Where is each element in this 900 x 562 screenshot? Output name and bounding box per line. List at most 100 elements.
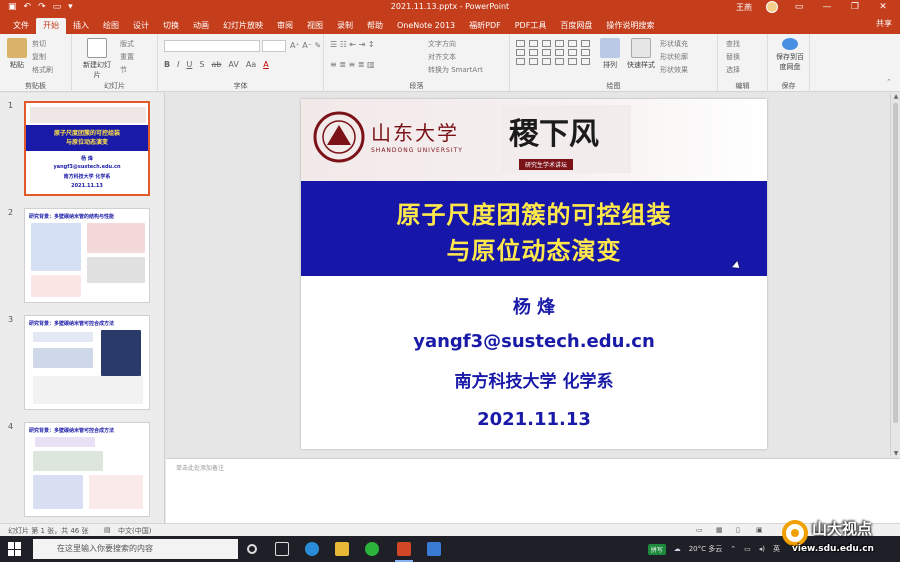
customize-qat-icon[interactable]: ▾ [68, 0, 73, 14]
presenter-email[interactable]: yangf3@sustech.edu.cn [301, 331, 767, 352]
font-size-select[interactable] [262, 40, 286, 52]
presenter-affiliation[interactable]: 南方科技大学 化学系 [301, 367, 767, 392]
shape-outline-button[interactable]: 形状轮廓 [660, 52, 688, 62]
select-button[interactable]: 选择 [726, 65, 740, 75]
format-painter-button[interactable]: 格式刷 [32, 65, 53, 75]
wechat-icon[interactable] [365, 542, 379, 556]
find-button[interactable]: 查找 [726, 39, 740, 49]
slide-editing-area[interactable]: 山东大学 SHANDONG UNIVERSITY 稷下风 研究生学术讲坛 原子尺… [166, 93, 890, 457]
slide-title-line-2[interactable]: 与原位动态演变 [301, 231, 767, 266]
slide-title-line-1[interactable]: 原子尺度团簇的可控组装 [301, 195, 767, 230]
save-to-netdisk-button[interactable]: 保存到百度网盘 [774, 38, 806, 72]
new-slide-button[interactable]: 新建幻灯片 [80, 38, 114, 80]
align-text-button[interactable]: 对齐文本 [428, 52, 456, 62]
undo-icon[interactable]: ↶ [24, 0, 32, 14]
tab-record[interactable]: 录制 [330, 18, 360, 34]
share-button[interactable]: 共享 [876, 18, 892, 29]
powerpoint-icon[interactable] [397, 542, 411, 556]
smartart-button[interactable]: 转换为 SmartArt [428, 65, 483, 75]
close-button[interactable]: ✕ [876, 2, 890, 12]
language-indicator[interactable]: 中文(中国) [118, 526, 151, 536]
tab-foxit-pdf[interactable]: 福昕PDF [462, 18, 508, 34]
cut-button[interactable]: 剪切 [32, 39, 46, 49]
reading-view-icon[interactable]: ▯ [736, 526, 740, 534]
task-view-icon[interactable] [275, 542, 289, 556]
maximize-button[interactable]: ❐ [848, 2, 862, 12]
slide-thumbnail-1[interactable]: 原子尺度团簇的可控组装 与原位动态演变 杨 烽 yangf3@sustech.e… [24, 101, 150, 196]
text-direction-button[interactable]: 文字方向 [428, 39, 456, 49]
char-spacing-button[interactable]: AV [228, 60, 238, 69]
slide-thumbnail-3[interactable]: 研究背景：多壁碳纳米管可控合成方法 [24, 315, 150, 410]
accessibility-icon[interactable]: ▤ [104, 526, 111, 534]
avatar[interactable] [766, 1, 778, 13]
paste-button[interactable]: 粘贴 [4, 38, 30, 70]
minimize-button[interactable]: — [820, 2, 834, 12]
tab-design[interactable]: 设计 [126, 18, 156, 34]
photos-icon[interactable] [427, 542, 441, 556]
file-explorer-icon[interactable] [335, 542, 349, 556]
current-slide[interactable]: 山东大学 SHANDONG UNIVERSITY 稷下风 研究生学术讲坛 原子尺… [301, 99, 767, 449]
shape-effects-button[interactable]: 形状效果 [660, 65, 688, 75]
vertical-scrollbar[interactable]: ▲ ▼ [890, 93, 900, 457]
copy-button[interactable]: 复制 [32, 52, 46, 62]
shape-fill-button[interactable]: 形状填充 [660, 39, 688, 49]
tell-me-search[interactable]: 操作说明搜索 [599, 18, 661, 34]
reset-button[interactable]: 重置 [120, 52, 134, 62]
align-buttons[interactable]: ≡ ≣ ≡ ≣ ▥ [330, 60, 375, 69]
slideshow-view-icon[interactable]: ▣ [756, 526, 763, 534]
replace-button[interactable]: 替换 [726, 52, 740, 62]
tab-pdf-tools[interactable]: PDF工具 [508, 18, 554, 34]
windows-start-icon[interactable] [8, 542, 22, 556]
tab-animations[interactable]: 动画 [186, 18, 216, 34]
scroll-down-icon[interactable]: ▼ [891, 450, 900, 457]
tab-file[interactable]: 文件 [6, 18, 36, 34]
font-grow-shrink[interactable]: A⁺ A⁻ ✎ [290, 41, 321, 50]
italic-button[interactable]: I [177, 60, 179, 69]
section-button[interactable]: 节 [120, 65, 127, 75]
volume-icon[interactable]: ◂) [759, 545, 765, 553]
redo-icon[interactable]: ↷ [38, 0, 46, 14]
weather-text[interactable]: 20°C 多云 [689, 544, 723, 554]
change-case-button[interactable]: Aa [246, 60, 256, 69]
network-icon[interactable]: ▭ [744, 545, 751, 553]
taskbar-search-input[interactable]: 在这里输入你要搜索的内容 [33, 539, 238, 559]
slide-thumbnail-2[interactable]: 研究背景：多壁碳纳米管的结构与性能 [24, 208, 150, 303]
shapes-gallery[interactable] [516, 40, 591, 65]
arrange-button[interactable]: 排列 [596, 38, 624, 70]
user-name[interactable]: 王燕 [736, 2, 752, 13]
edge-browser-icon[interactable] [305, 542, 319, 556]
bold-button[interactable]: B [164, 60, 170, 69]
tab-transitions[interactable]: 切换 [156, 18, 186, 34]
weather-icon[interactable]: ☁ [674, 545, 681, 553]
underline-button[interactable]: U [186, 60, 192, 69]
tab-help[interactable]: 帮助 [360, 18, 390, 34]
presentation-date[interactable]: 2021.11.13 [301, 409, 767, 430]
tab-review[interactable]: 审阅 [270, 18, 300, 34]
normal-view-icon[interactable]: ▭ [696, 526, 703, 534]
scroll-up-icon[interactable]: ▲ [891, 93, 900, 100]
font-name-select[interactable] [164, 40, 260, 52]
tab-view[interactable]: 视图 [300, 18, 330, 34]
tab-baidu-netdisk[interactable]: 百度网盘 [553, 18, 599, 34]
slide-thumbnails-pane[interactable]: 1 原子尺度团簇的可控组装 与原位动态演变 杨 烽 yangf3@sustech… [0, 93, 165, 523]
notes-pane[interactable]: 单击此处添加备注 [166, 458, 900, 523]
save-icon[interactable]: ▣ [8, 0, 17, 14]
font-color-button[interactable]: A [263, 60, 268, 69]
tab-onenote[interactable]: OneNote 2013 [390, 18, 462, 34]
tab-home[interactable]: 开始 [36, 18, 66, 34]
layout-button[interactable]: 版式 [120, 39, 134, 49]
tab-draw[interactable]: 绘图 [96, 18, 126, 34]
ime-indicator[interactable]: 拼写 [647, 543, 666, 555]
presenter-name[interactable]: 杨 烽 [301, 293, 767, 319]
ribbon-display-options-icon[interactable]: ▭ [792, 2, 806, 12]
shadow-button[interactable]: S [199, 60, 204, 69]
notes-placeholder[interactable]: 单击此处添加备注 [176, 463, 224, 472]
cortana-icon[interactable] [247, 544, 257, 554]
scrollbar-thumb[interactable] [893, 103, 898, 423]
tab-insert[interactable]: 插入 [66, 18, 96, 34]
list-buttons[interactable]: ☰ ☷ ⇤ ⇥ ↕ [330, 40, 375, 49]
slide-sorter-icon[interactable]: ▦ [716, 526, 723, 534]
quick-styles-button[interactable]: 快速样式 [626, 38, 656, 70]
tab-slideshow[interactable]: 幻灯片放映 [216, 18, 270, 34]
tray-chevron-icon[interactable]: ⌃ [730, 545, 736, 553]
